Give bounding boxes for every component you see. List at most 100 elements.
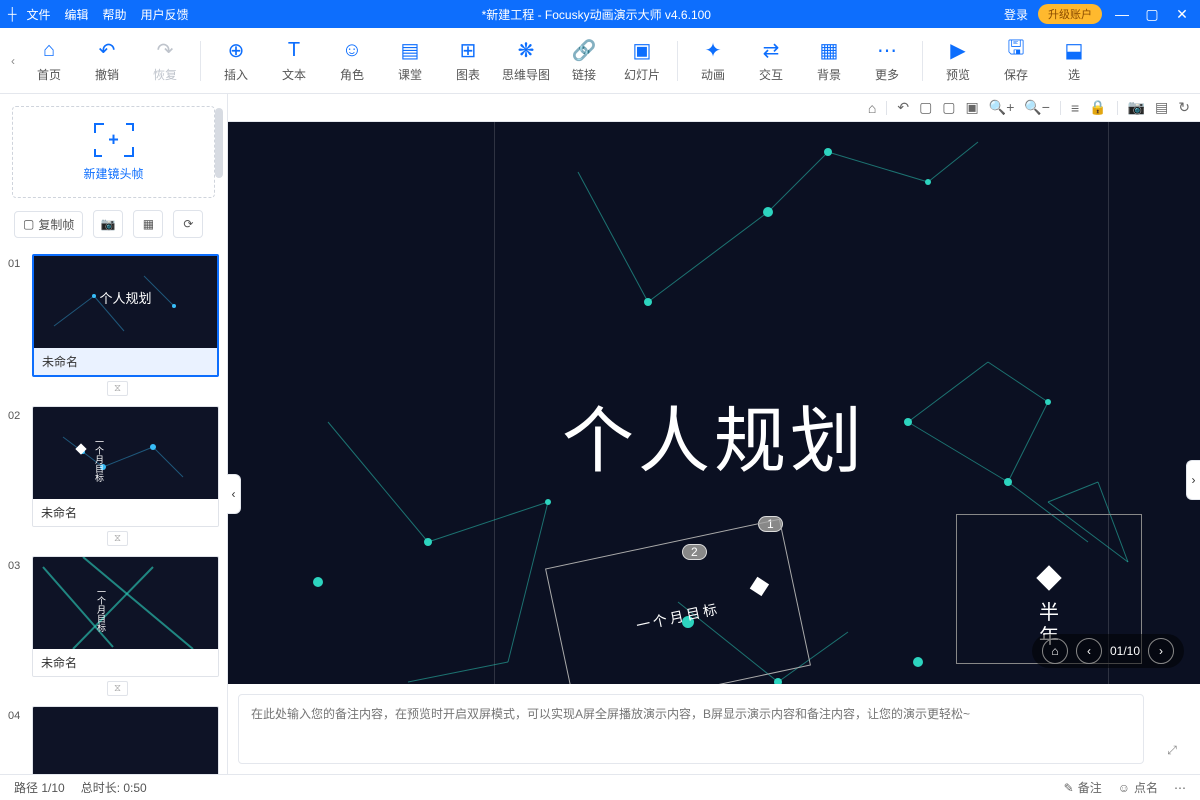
slide-thumbnail[interactable]: 个人规划未命名 — [32, 254, 219, 377]
canvas-tool-icon[interactable]: ≡ — [1071, 100, 1079, 116]
更多-icon: ⋯ — [877, 38, 897, 62]
toolbar-预览[interactable]: ▶预览 — [929, 32, 987, 90]
canvas-area: ⌂↶▢▢▣🔍+🔍−≡🔒📷▤↻ 个人规划 1 2 一个月目标 半 年 — [228, 94, 1200, 774]
more-icon[interactable]: ⋯ — [1174, 781, 1186, 795]
frame2-title: 一个月目标 — [634, 598, 721, 635]
插入-icon: ⊕ — [228, 38, 245, 62]
slide-thumbnail[interactable] — [32, 706, 219, 774]
collapse-right-button[interactable]: › — [1186, 460, 1200, 500]
图表-icon: ⊞ — [460, 38, 477, 62]
nav-home-icon[interactable]: ⌂ — [1042, 638, 1068, 664]
canvas-tool-icon[interactable]: 📷 — [1128, 99, 1145, 116]
canvas-tool-icon[interactable]: ▣ — [966, 99, 979, 116]
toolbar-首页[interactable]: ⌂首页 — [20, 32, 78, 90]
选-icon: ⬓ — [1065, 38, 1084, 62]
toolbar-文本[interactable]: T文本 — [265, 32, 323, 90]
canvas-tool-icon[interactable]: ⌂ — [868, 100, 876, 116]
title-bar: ┼ 文件 编辑 帮助 用户反馈 *新建工程 - Focusky动画演示大师 v4… — [0, 0, 1200, 28]
toolbar-恢复[interactable]: ↷恢复 — [136, 32, 194, 90]
canvas-tool-icon[interactable]: 🔒 — [1089, 99, 1106, 116]
课堂-icon: ▤ — [401, 38, 420, 62]
背景-icon: ▦ — [820, 38, 839, 62]
canvas[interactable]: 个人规划 1 2 一个月目标 半 年 ⌂ ‹ 01/10 › — [228, 122, 1200, 684]
notes-area: ⤢ — [228, 684, 1200, 774]
diamond-icon — [1036, 565, 1061, 590]
collapse-sidebar-button[interactable]: ‹ — [227, 474, 241, 514]
expand-notes-icon[interactable]: ⤢ — [1154, 694, 1190, 764]
slides-panel: + 新建镜头帧 ▢ 复制帧 📷 ▦ ⟳ 01 个人规划未命名 ⧖ 02 一个月目标未命名… — [0, 94, 228, 774]
toolbar-链接[interactable]: 🔗链接 — [555, 32, 613, 90]
menu-file[interactable]: 文件 — [27, 6, 51, 23]
恢复-icon: ↷ — [157, 38, 174, 62]
settings-icon[interactable]: ⟳ — [173, 210, 203, 238]
menu-help[interactable]: 帮助 — [103, 6, 127, 23]
保存-icon: 🖫 — [1007, 38, 1024, 62]
duration-indicator: 总时长: 0:50 — [81, 779, 147, 796]
maximize-button[interactable]: ▢ — [1142, 6, 1162, 23]
toolbar-课堂[interactable]: ▤课堂 — [381, 32, 439, 90]
canvas-tool-icon[interactable]: ↻ — [1178, 99, 1190, 116]
toolbar-角色[interactable]: ☺角色 — [323, 32, 381, 90]
撤销-icon: ↶ — [99, 38, 116, 62]
canvas-tool-icon[interactable]: 🔍+ — [989, 99, 1015, 116]
upgrade-button[interactable]: 升级账户 — [1038, 4, 1102, 24]
toolbar-动画[interactable]: ✦动画 — [684, 32, 742, 90]
toolbar-交互[interactable]: ⇄交互 — [742, 32, 800, 90]
canvas-tool-icon[interactable]: ▢ — [919, 99, 932, 116]
canvas-tool-icon[interactable]: ▤ — [1155, 99, 1168, 116]
copy-frame-button[interactable]: ▢ 复制帧 — [14, 211, 83, 238]
slide-number: 03 — [8, 556, 26, 572]
toolbar-思维导图[interactable]: ❋思维导图 — [497, 32, 555, 90]
main-toolbar: ‹ ⌂首页↶撤销↷恢复⊕插入T文本☺角色▤课堂⊞图表❋思维导图🔗链接▣幻灯片✦动… — [0, 28, 1200, 94]
toolbar-保存[interactable]: 🖫保存 — [987, 32, 1045, 90]
文本-icon: T — [288, 38, 300, 62]
slide-name: 未命名 — [34, 348, 217, 375]
nav-next-icon[interactable]: › — [1148, 638, 1174, 664]
toolbar-幻灯片[interactable]: ▣幻灯片 — [613, 32, 671, 90]
toolbar-选[interactable]: ⬓选 — [1045, 32, 1103, 90]
menu-edit[interactable]: 编辑 — [65, 6, 89, 23]
链接-icon: 🔗 — [572, 38, 597, 62]
close-button[interactable]: ✕ — [1172, 6, 1192, 23]
new-frame-button[interactable]: + 新建镜头帧 — [12, 106, 215, 198]
nav-prev-icon[interactable]: ‹ — [1076, 638, 1102, 664]
slide-thumbnail[interactable]: 一个月目标未命名 — [32, 406, 219, 527]
toolbar-图表[interactable]: ⊞图表 — [439, 32, 497, 90]
首页-icon: ⌂ — [43, 38, 55, 62]
slide-title[interactable]: 个人规划 — [562, 382, 866, 487]
qr-icon[interactable]: ▦ — [133, 210, 163, 238]
diamond-icon — [750, 577, 769, 596]
canvas-tool-icon[interactable]: 🔍− — [1024, 99, 1050, 116]
slide-thumbnail[interactable]: 一个月目标未命名 — [32, 556, 219, 677]
slide-number: 02 — [8, 406, 26, 422]
交互-icon: ⇄ — [763, 38, 780, 62]
menu-feedback[interactable]: 用户反馈 — [141, 6, 189, 23]
toolbar-撤销[interactable]: ↶撤销 — [78, 32, 136, 90]
sidebar-scrollbar[interactable] — [215, 108, 223, 178]
canvas-tool-icon[interactable]: ▢ — [942, 99, 955, 116]
slide-number: 04 — [8, 706, 26, 722]
new-frame-label: 新建镜头帧 — [83, 165, 143, 182]
动画-icon: ✦ — [705, 38, 722, 62]
角色-icon: ☺ — [342, 38, 362, 62]
camera-icon[interactable]: 📷 — [93, 210, 123, 238]
login-link[interactable]: 登录 — [1004, 6, 1028, 23]
toolbar-更多[interactable]: ⋯更多 — [858, 32, 916, 90]
window-title: *新建工程 - Focusky动画演示大师 v4.6.100 — [189, 6, 1004, 23]
minimize-button[interactable]: — — [1112, 6, 1132, 22]
status-bar: 路径 1/10 总时长: 0:50 ✎ 备注 ☺ 点名 ⋯ — [0, 774, 1200, 800]
notes-input[interactable] — [238, 694, 1144, 764]
slide-number: 01 — [8, 254, 26, 270]
rollcall-button[interactable]: ☺ 点名 — [1118, 779, 1158, 796]
思维导图-icon: ❋ — [518, 38, 535, 62]
canvas-tool-icon[interactable]: ↶ — [897, 99, 909, 116]
toolbar-scroll-left[interactable]: ‹ — [6, 54, 20, 68]
notes-toggle[interactable]: ✎ 备注 — [1064, 779, 1102, 796]
timer-icon[interactable]: ⧖ — [107, 681, 128, 696]
timer-icon[interactable]: ⧖ — [107, 531, 128, 546]
toolbar-插入[interactable]: ⊕插入 — [207, 32, 265, 90]
toolbar-背景[interactable]: ▦背景 — [800, 32, 858, 90]
timer-icon[interactable]: ⧖ — [107, 381, 128, 396]
path-indicator: 路径 1/10 — [14, 779, 65, 796]
frame3-text1: 半 — [1039, 601, 1059, 625]
